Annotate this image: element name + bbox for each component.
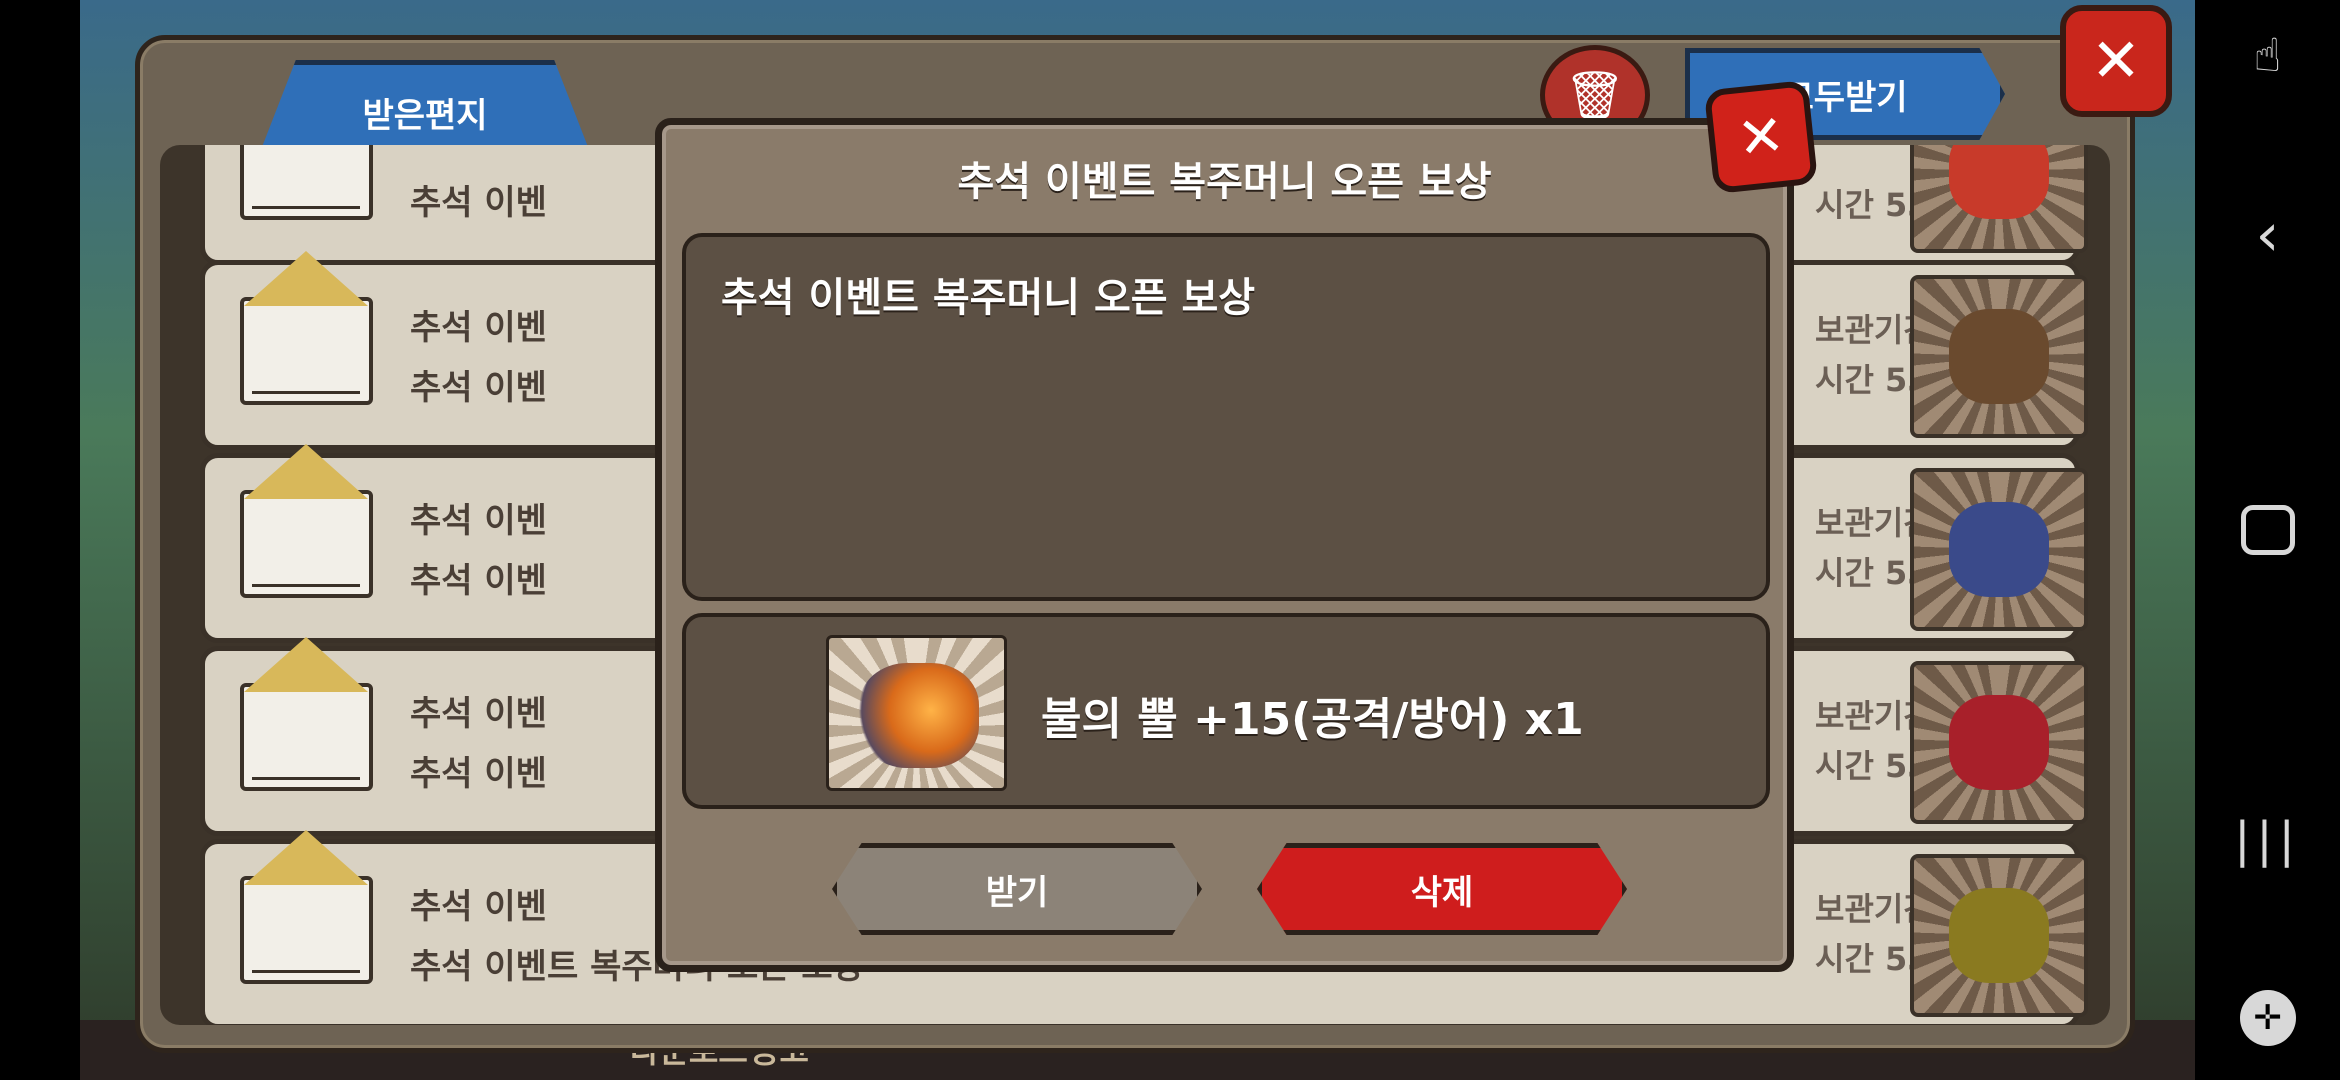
mail-detail-dialog: 추석 이벤트 복주머니 오픈 보상 ✕ 추석 이벤트 복주머니 오픈 보상 불의… [655, 79, 1819, 972]
touch-icon[interactable]: ☝ [2195, 28, 2340, 82]
fire-horn-item-icon [826, 635, 1007, 791]
message-text: 추석 이벤트 복주머니 오픈 보상 [721, 275, 1256, 321]
reward-panel: 불의 뿔 +15(공격/방어) x1 [682, 613, 1770, 809]
game-icon[interactable]: ✛ [2195, 990, 2340, 1046]
home-icon[interactable] [2195, 505, 2340, 559]
dialog-title: 추석 이벤트 복주머니 오픈 보상 [957, 159, 1492, 205]
back-icon[interactable]: ‹ [2195, 200, 2340, 270]
game-background: 다운로드 공고 받은편지 🗑 모두받기 ✕ 추석 이벤 시간 53분 추석 이벤… [80, 0, 2195, 1080]
reward-text: 불의 뿔 +15(공격/방어) x1 [1041, 694, 1584, 745]
receive-button[interactable]: 받기 [832, 843, 1202, 935]
recents-icon[interactable]: ||| [2195, 812, 2340, 868]
left-screen-edge [0, 0, 80, 1080]
close-icon: ✕ [1734, 102, 1788, 172]
message-body: 추석 이벤트 복주머니 오픈 보상 [682, 233, 1770, 601]
android-navigation-bar: ☝ ‹ ||| ✛ [2195, 0, 2340, 1080]
delete-button[interactable]: 삭제 [1257, 843, 1627, 935]
dialog-close-button[interactable]: ✕ [1703, 79, 1819, 195]
